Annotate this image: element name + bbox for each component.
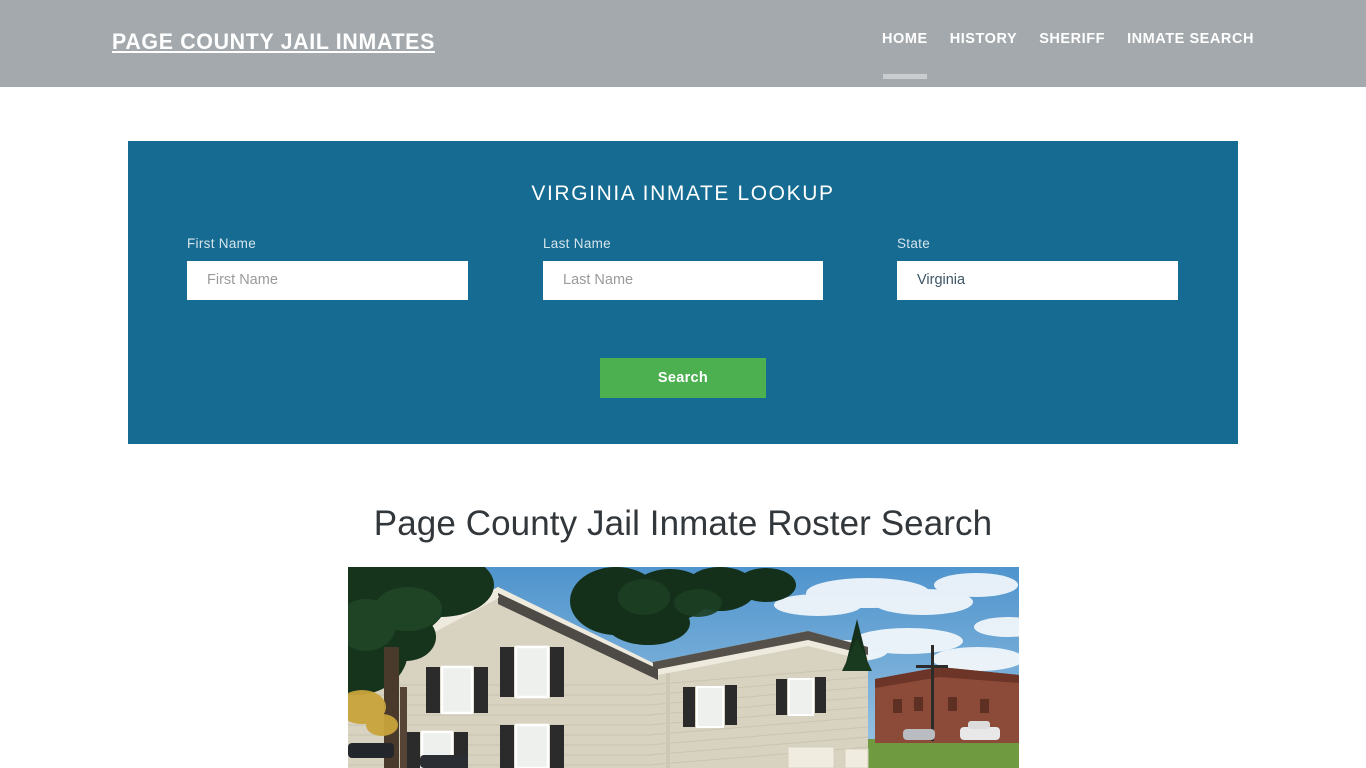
nav-item-sheriff[interactable]: Sheriff — [1039, 31, 1105, 79]
page-title: Page County Jail Inmate Roster Search — [373, 504, 993, 543]
first-name-input[interactable] — [187, 261, 468, 300]
field-first-name: First Name — [187, 236, 468, 300]
main-navigation: Home History Sheriff Inmate Search — [882, 31, 1254, 79]
jail-photo — [348, 567, 1019, 768]
field-state: State Virginia — [897, 236, 1178, 300]
nav-item-history[interactable]: History — [950, 31, 1018, 79]
last-name-label: Last Name — [543, 236, 611, 251]
site-logo[interactable]: Page County Jail Inmates — [112, 29, 435, 55]
field-last-name: Last Name — [543, 236, 823, 300]
nav-item-home[interactable]: Home — [882, 31, 928, 79]
jail-photo-illustration — [348, 567, 1019, 768]
inmate-lookup-panel: Virginia Inmate Lookup First Name Last N… — [128, 141, 1238, 444]
site-header: Page County Jail Inmates Home History Sh… — [0, 0, 1366, 87]
panel-title: Virginia Inmate Lookup — [531, 182, 835, 205]
first-name-label: First Name — [187, 236, 257, 251]
state-select[interactable]: Virginia — [897, 261, 1178, 300]
state-label: State — [897, 236, 931, 251]
search-button[interactable]: Search — [600, 358, 766, 398]
last-name-input[interactable] — [543, 261, 823, 300]
nav-item-inmate-search[interactable]: Inmate Search — [1127, 31, 1254, 79]
